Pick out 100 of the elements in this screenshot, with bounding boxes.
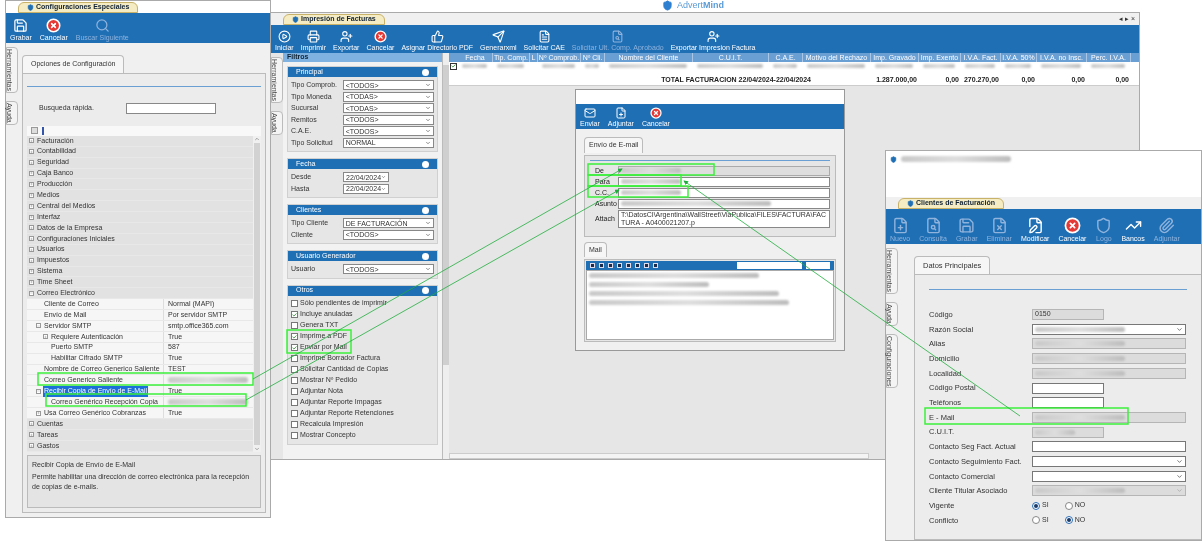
blurred-text xyxy=(807,64,865,68)
expand-icon[interactable] xyxy=(29,138,34,144)
cancel-icon xyxy=(1063,217,1081,234)
blurred-text xyxy=(585,64,599,68)
radio-button[interactable] xyxy=(1064,516,1073,525)
input-field[interactable] xyxy=(618,187,830,198)
collapse-icon[interactable] xyxy=(36,323,41,329)
collapse-icon[interactable] xyxy=(422,68,429,76)
expand-icon[interactable] xyxy=(29,170,34,176)
blurred-text xyxy=(621,179,681,184)
checkbox[interactable] xyxy=(291,333,298,340)
search-icon xyxy=(94,18,110,33)
cancel-icon xyxy=(373,30,387,43)
checkbox[interactable] xyxy=(291,421,298,428)
expand-icon[interactable] xyxy=(29,192,34,198)
expand-icon[interactable] xyxy=(29,225,34,231)
logo-icon xyxy=(292,16,299,23)
checkbox[interactable] xyxy=(291,377,298,384)
document-edit-icon xyxy=(1026,217,1044,234)
expand-icon[interactable] xyxy=(29,269,34,274)
checkbox[interactable] xyxy=(291,399,298,406)
shield-icon xyxy=(1095,217,1113,234)
horizontal-scrollbar[interactable] xyxy=(449,453,869,459)
checkbox[interactable] xyxy=(291,366,298,373)
expand-icon[interactable] xyxy=(29,432,34,438)
input-field[interactable] xyxy=(618,176,830,187)
collapse-icon[interactable] xyxy=(29,290,34,296)
blurred-text xyxy=(1005,64,1031,68)
logo-icon xyxy=(890,156,897,163)
mail-icon xyxy=(583,107,596,119)
checkbox[interactable] xyxy=(291,410,298,417)
collapse-icon[interactable] xyxy=(422,252,429,260)
expand-icon[interactable] xyxy=(29,247,34,253)
row-checkbox[interactable] xyxy=(450,62,457,70)
expand-icon[interactable] xyxy=(29,421,34,427)
expand-icon[interactable] xyxy=(29,214,34,220)
document-add-icon xyxy=(891,217,909,234)
radio-button[interactable] xyxy=(1032,516,1040,525)
blurred-text xyxy=(1035,429,1075,435)
input-field[interactable] xyxy=(1032,441,1186,453)
search-field[interactable] xyxy=(125,102,216,114)
checkbox[interactable] xyxy=(291,388,298,395)
blurred-text xyxy=(497,64,524,68)
dropdown[interactable] xyxy=(1032,470,1186,482)
blurred-text xyxy=(923,64,955,68)
blurred-text xyxy=(875,64,913,68)
blurred-text xyxy=(621,190,681,195)
collapse-icon[interactable] xyxy=(422,287,429,294)
radio-button[interactable] xyxy=(1032,501,1040,510)
blurred-text xyxy=(462,64,487,68)
expand-icon[interactable] xyxy=(29,181,34,187)
document-icon xyxy=(537,30,551,43)
expand-icon[interactable] xyxy=(29,443,34,449)
blurred-text xyxy=(621,168,681,173)
dropdown[interactable] xyxy=(1032,323,1186,335)
expand-icon[interactable] xyxy=(29,203,34,209)
printer-icon xyxy=(306,30,320,43)
expand-icon[interactable] xyxy=(29,279,34,285)
collapse-icon[interactable] xyxy=(36,388,41,394)
logo-icon xyxy=(907,200,914,207)
expand-icon[interactable] xyxy=(43,334,48,340)
expand-icon[interactable] xyxy=(29,236,34,242)
checkbox[interactable] xyxy=(291,344,298,351)
input-field[interactable] xyxy=(618,198,830,209)
cancel-icon xyxy=(649,107,662,119)
expand-icon[interactable] xyxy=(29,160,34,166)
scrollbar[interactable] xyxy=(443,53,449,459)
blurred-text xyxy=(1041,64,1081,68)
expand-icon[interactable] xyxy=(29,149,34,155)
document-add-icon xyxy=(614,107,627,119)
play-icon xyxy=(277,30,291,43)
checkbox[interactable] xyxy=(291,300,298,307)
checkbox[interactable] xyxy=(291,322,298,329)
checkbox[interactable] xyxy=(291,355,298,362)
paperclip-icon xyxy=(1158,217,1176,234)
collapse-icon[interactable] xyxy=(422,206,429,214)
checkbox[interactable] xyxy=(291,311,298,318)
scroll-up-icon[interactable] xyxy=(254,135,260,142)
expand-icon[interactable] xyxy=(36,410,41,416)
logo-icon xyxy=(662,0,673,11)
blurred-text xyxy=(1091,64,1125,68)
logo-icon xyxy=(27,4,34,11)
category-sort-icon[interactable] xyxy=(31,127,38,135)
scrollbar[interactable] xyxy=(253,135,261,452)
blurred-text xyxy=(965,64,995,68)
thumbs-up-icon xyxy=(430,30,444,43)
blurred-text xyxy=(542,64,575,68)
cancel-icon xyxy=(46,18,62,33)
blurred-text xyxy=(697,64,763,68)
collapse-icon[interactable] xyxy=(422,160,429,168)
blurred-text xyxy=(773,64,797,68)
user-add-icon xyxy=(706,30,720,43)
input-field[interactable] xyxy=(1032,382,1104,394)
expand-icon[interactable] xyxy=(29,258,34,264)
checkbox[interactable] xyxy=(291,432,298,439)
dropdown[interactable] xyxy=(1032,455,1186,467)
logo-text: AdvertMind xyxy=(677,1,724,10)
document-delete-icon xyxy=(990,217,1008,234)
input-field[interactable] xyxy=(1032,397,1104,409)
radio-button[interactable] xyxy=(1064,501,1073,510)
